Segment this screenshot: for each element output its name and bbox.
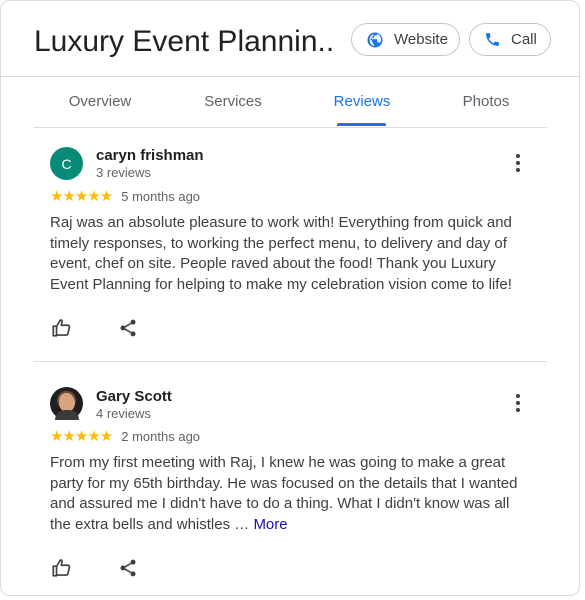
call-button-label: Call xyxy=(511,31,537,48)
business-name: Luxury Event Plannin... xyxy=(34,25,334,58)
website-button[interactable]: Website xyxy=(351,23,460,56)
more-link[interactable]: More xyxy=(253,516,287,533)
review-body: Raj was an absolute pleasure to work wit… xyxy=(50,214,512,293)
call-button[interactable]: Call xyxy=(469,23,551,56)
active-tab-indicator xyxy=(337,123,386,126)
review-actions xyxy=(51,556,138,580)
review-text: Raj was an absolute pleasure to work wit… xyxy=(50,213,530,295)
globe-icon xyxy=(367,32,383,47)
reviewer-review-count: 4 reviews xyxy=(96,406,151,421)
review-time: 2 months ago xyxy=(121,428,201,444)
rating-row: ★★★★★ 5 months ago xyxy=(50,187,200,205)
review-item: C caryn frishman 3 reviews ★★★★★ 5 month… xyxy=(34,128,547,362)
thumbs-up-icon[interactable] xyxy=(51,317,73,339)
reviewer-name[interactable]: caryn frishman xyxy=(96,147,204,164)
avatar[interactable] xyxy=(50,387,83,420)
tab-photos[interactable]: Photos xyxy=(447,77,525,127)
business-card: Luxury Event Plannin... Website Call Ove… xyxy=(0,0,580,596)
card-header: Luxury Event Plannin... Website Call xyxy=(1,1,579,77)
review-text: From my first meeting with Raj, I knew h… xyxy=(50,453,530,535)
reviewer-name[interactable]: Gary Scott xyxy=(96,388,172,405)
more-options-icon[interactable] xyxy=(508,151,528,175)
review-item: Gary Scott 4 reviews ★★★★★ 2 months ago … xyxy=(34,363,547,595)
more-options-icon[interactable] xyxy=(508,391,528,415)
avatar[interactable]: C xyxy=(50,147,83,180)
tab-overview[interactable]: Overview xyxy=(56,77,144,127)
thumbs-up-icon[interactable] xyxy=(51,557,73,579)
share-icon[interactable] xyxy=(118,558,138,578)
website-button-label: Website xyxy=(394,31,448,48)
rating-row: ★★★★★ 2 months ago xyxy=(50,427,200,445)
phone-icon xyxy=(486,33,499,46)
tab-reviews[interactable]: Reviews xyxy=(319,77,405,127)
reviewer-review-count: 3 reviews xyxy=(96,165,151,180)
tab-bar: Overview Services Reviews Photos xyxy=(34,77,547,128)
star-rating: ★★★★★ xyxy=(50,428,113,445)
review-time: 5 months ago xyxy=(121,188,201,204)
review-actions xyxy=(51,316,138,340)
avatar-shirt xyxy=(55,410,79,420)
star-rating: ★★★★★ xyxy=(50,188,113,205)
share-icon[interactable] xyxy=(118,318,138,338)
tab-services[interactable]: Services xyxy=(189,77,277,127)
